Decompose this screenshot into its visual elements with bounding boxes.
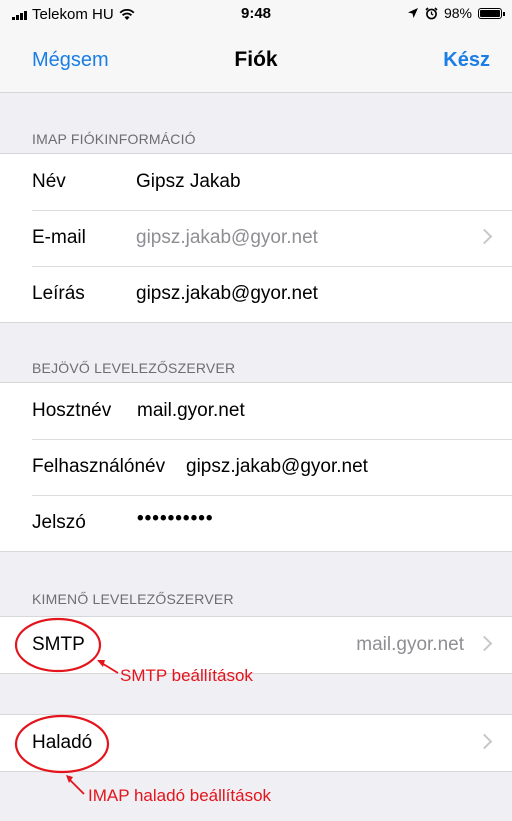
password-row[interactable]: Jelszó •••••••••• — [0, 495, 512, 551]
done-button[interactable]: Kész — [443, 49, 490, 72]
status-bar: Telekom HU 9:48 98% — [0, 0, 512, 28]
smtp-label: SMTP — [32, 634, 85, 655]
imap-annotation-arrow — [67, 777, 85, 795]
advanced-group: Haladó — [0, 714, 512, 772]
battery-icon — [478, 7, 505, 19]
outgoing-section-header: KIMENŐ LEVELEZŐSZERVER — [32, 591, 234, 607]
location-arrow-icon — [407, 8, 418, 18]
imap-annotation-text: IMAP haladó beállítások — [88, 786, 272, 805]
outgoing-group: SMTP mail.gyor.net — [0, 616, 512, 674]
advanced-row[interactable]: Haladó — [0, 715, 512, 771]
password-label: Jelszó — [32, 512, 86, 533]
imap-arrow-head — [66, 775, 73, 783]
hostname-field[interactable]: mail.gyor.net — [137, 400, 245, 422]
battery-percent: 98% — [443, 5, 472, 21]
incoming-group: Hosztnév mail.gyor.net Felhasználónév gi… — [0, 382, 512, 552]
email-label: E-mail — [32, 227, 86, 248]
page-title: Fiók — [234, 48, 278, 71]
name-label: Név — [32, 171, 66, 192]
imap-group: Név Gipsz Jakab E-mail gipsz.jakab@gyor.… — [0, 153, 512, 323]
incoming-section-header: BEJÖVŐ LEVELEZŐSZERVER — [32, 360, 236, 376]
hostname-label: Hosztnév — [32, 400, 112, 421]
username-label: Felhasználónév — [32, 456, 166, 477]
chevron-right-icon — [476, 635, 493, 652]
password-field[interactable]: •••••••••• — [137, 508, 214, 530]
smtp-annotation-text: SMTP beállítások — [120, 666, 253, 685]
hostname-row[interactable]: Hosztnév mail.gyor.net — [0, 383, 512, 439]
email-row[interactable]: E-mail gipsz.jakab@gyor.net — [0, 210, 512, 266]
username-row[interactable]: Felhasználónév gipsz.jakab@gyor.net — [0, 439, 512, 495]
email-value: gipsz.jakab@gyor.net — [136, 227, 318, 248]
imap-section-header: IMAP FIÓKINFORMÁCIÓ — [32, 131, 196, 147]
name-row[interactable]: Név Gipsz Jakab — [0, 154, 512, 210]
description-field[interactable]: gipsz.jakab@gyor.net — [136, 283, 318, 305]
name-field[interactable]: Gipsz Jakab — [136, 171, 241, 193]
advanced-label: Haladó — [32, 732, 93, 753]
chevron-right-icon — [476, 733, 493, 750]
description-label: Leírás — [32, 283, 85, 304]
description-row[interactable]: Leírás gipsz.jakab@gyor.net — [0, 266, 512, 322]
status-right: 98% — [407, 5, 505, 21]
username-field[interactable]: gipsz.jakab@gyor.net — [186, 456, 368, 478]
alarm-icon — [425, 6, 438, 19]
nav-bar: Mégsem Fiók Kész — [0, 28, 512, 93]
chevron-right-icon — [476, 228, 493, 245]
smtp-value: mail.gyor.net — [356, 634, 464, 655]
smtp-row[interactable]: SMTP mail.gyor.net — [0, 617, 512, 673]
